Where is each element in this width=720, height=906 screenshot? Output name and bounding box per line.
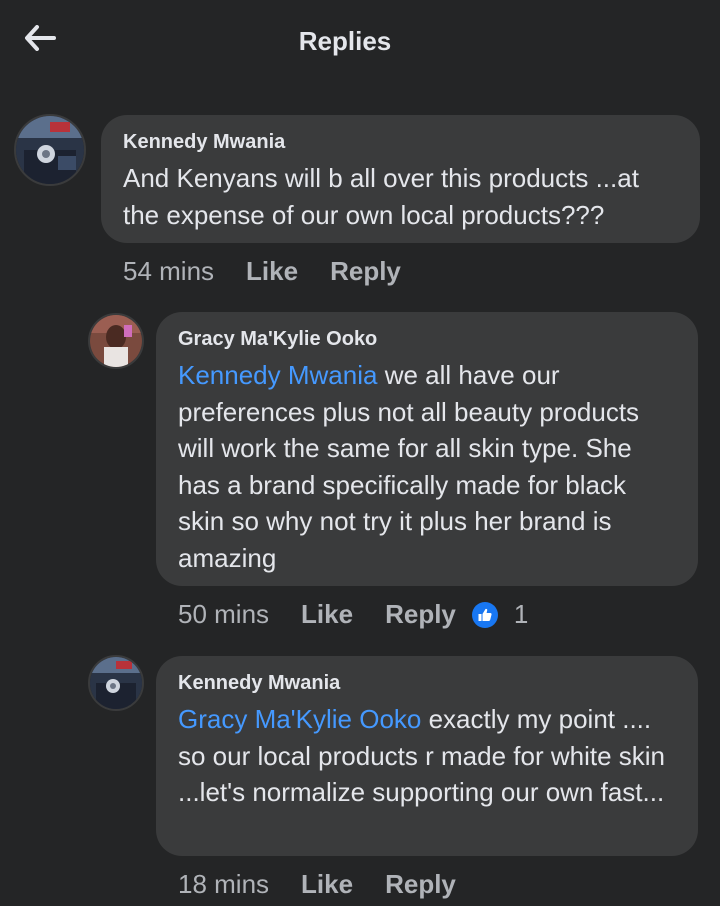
reply-button[interactable]: Reply xyxy=(330,256,401,287)
comment-bubble: Gracy Ma'Kylie Ooko Kennedy Mwania we al… xyxy=(156,312,698,586)
comment-text: And Kenyans will b all over this product… xyxy=(123,160,678,233)
comment-actions: 54 mins Like Reply xyxy=(123,256,433,287)
comment-author[interactable]: Gracy Ma'Kylie Ooko xyxy=(178,328,676,351)
avatar[interactable] xyxy=(88,313,144,369)
reply-button[interactable]: Reply xyxy=(385,599,456,630)
comment-author[interactable]: Kennedy Mwania xyxy=(123,131,678,154)
mention-link[interactable]: Gracy Ma'Kylie Ooko xyxy=(178,704,421,734)
comment-body: we all have our preferences plus not all… xyxy=(178,360,640,573)
comment-timestamp: 18 mins xyxy=(178,869,270,899)
like-button[interactable]: Like xyxy=(301,869,353,900)
avatar[interactable] xyxy=(14,114,86,186)
header-bar: Replies xyxy=(0,0,720,84)
page-title: Replies xyxy=(298,26,392,56)
avatar[interactable] xyxy=(88,655,144,711)
reply-button[interactable]: Reply xyxy=(385,869,456,900)
comment-timestamp: 54 mins xyxy=(123,256,215,286)
comment-bubble: Kennedy Mwania Gracy Ma'Kylie Ooko exact… xyxy=(156,656,698,856)
comment-actions: 50 mins Like Reply 1 xyxy=(178,599,528,630)
like-button[interactable]: Like xyxy=(301,599,353,630)
comment-text: Kennedy Mwania we all have our preferenc… xyxy=(178,357,676,576)
like-button[interactable]: Like xyxy=(246,256,298,287)
comment-bubble: Kennedy Mwania And Kenyans will b all ov… xyxy=(101,115,700,243)
comment-text: Gracy Ma'Kylie Ooko exactly my point ...… xyxy=(178,701,676,811)
mention-link[interactable]: Kennedy Mwania xyxy=(178,360,377,390)
comment-body: And Kenyans will b all over this product… xyxy=(123,163,639,230)
thumbs-up-icon[interactable] xyxy=(471,601,498,628)
comment-author[interactable]: Kennedy Mwania xyxy=(178,672,676,695)
reaction-count[interactable]: 1 xyxy=(514,599,528,630)
comment-actions: 18 mins Like Reply xyxy=(178,869,488,900)
comment-timestamp: 50 mins xyxy=(178,599,270,629)
